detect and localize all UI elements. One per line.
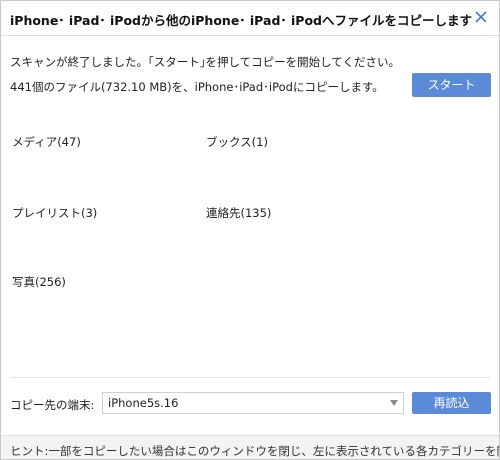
dialog-title: iPhone･ iPad･ iPodから他のiPhone･ iPad･ iPod… (10, 13, 472, 28)
category-photos[interactable]: 写真(256) (12, 274, 66, 290)
close-button[interactable] (473, 9, 489, 25)
hint-text: ヒント:一部をコピーしたい場合はこのウィンドウを閉じ、左に表示されている各カテゴ… (10, 444, 499, 458)
copy-summary-message: 441個のファイル(732.10 MB)を、iPhone･iPad･iPodにコ… (10, 80, 384, 94)
category-contacts[interactable]: 連絡先(135) (206, 205, 271, 221)
hint-bar: ヒント:一部をコピーしたい場合はこのウィンドウを閉じ、左に表示されている各カテゴ… (1, 435, 499, 459)
category-playlist[interactable]: プレイリスト(3) (12, 205, 97, 221)
copy-files-dialog: iPhone･ iPad･ iPodから他のiPhone･ iPad･ iPod… (0, 0, 500, 460)
close-icon (475, 11, 487, 23)
title-bar: iPhone･ iPad･ iPodから他のiPhone･ iPad･ iPod… (1, 1, 499, 36)
category-media[interactable]: メディア(47) (12, 134, 81, 150)
scan-complete-message: スキャンが終了しました。｢スタート｣を押してコピーを開始してください。 (10, 55, 400, 69)
destination-device-select[interactable]: iPhone5s.16 (102, 392, 404, 414)
start-button[interactable]: スタート (412, 73, 491, 97)
reload-button[interactable]: 再読込 (412, 392, 491, 414)
category-books[interactable]: ブックス(1) (206, 134, 268, 150)
divider (10, 377, 490, 378)
chevron-down-icon (390, 400, 398, 406)
destination-label: コピー先の端末: (10, 398, 95, 412)
destination-selected-value: iPhone5s.16 (108, 396, 179, 410)
